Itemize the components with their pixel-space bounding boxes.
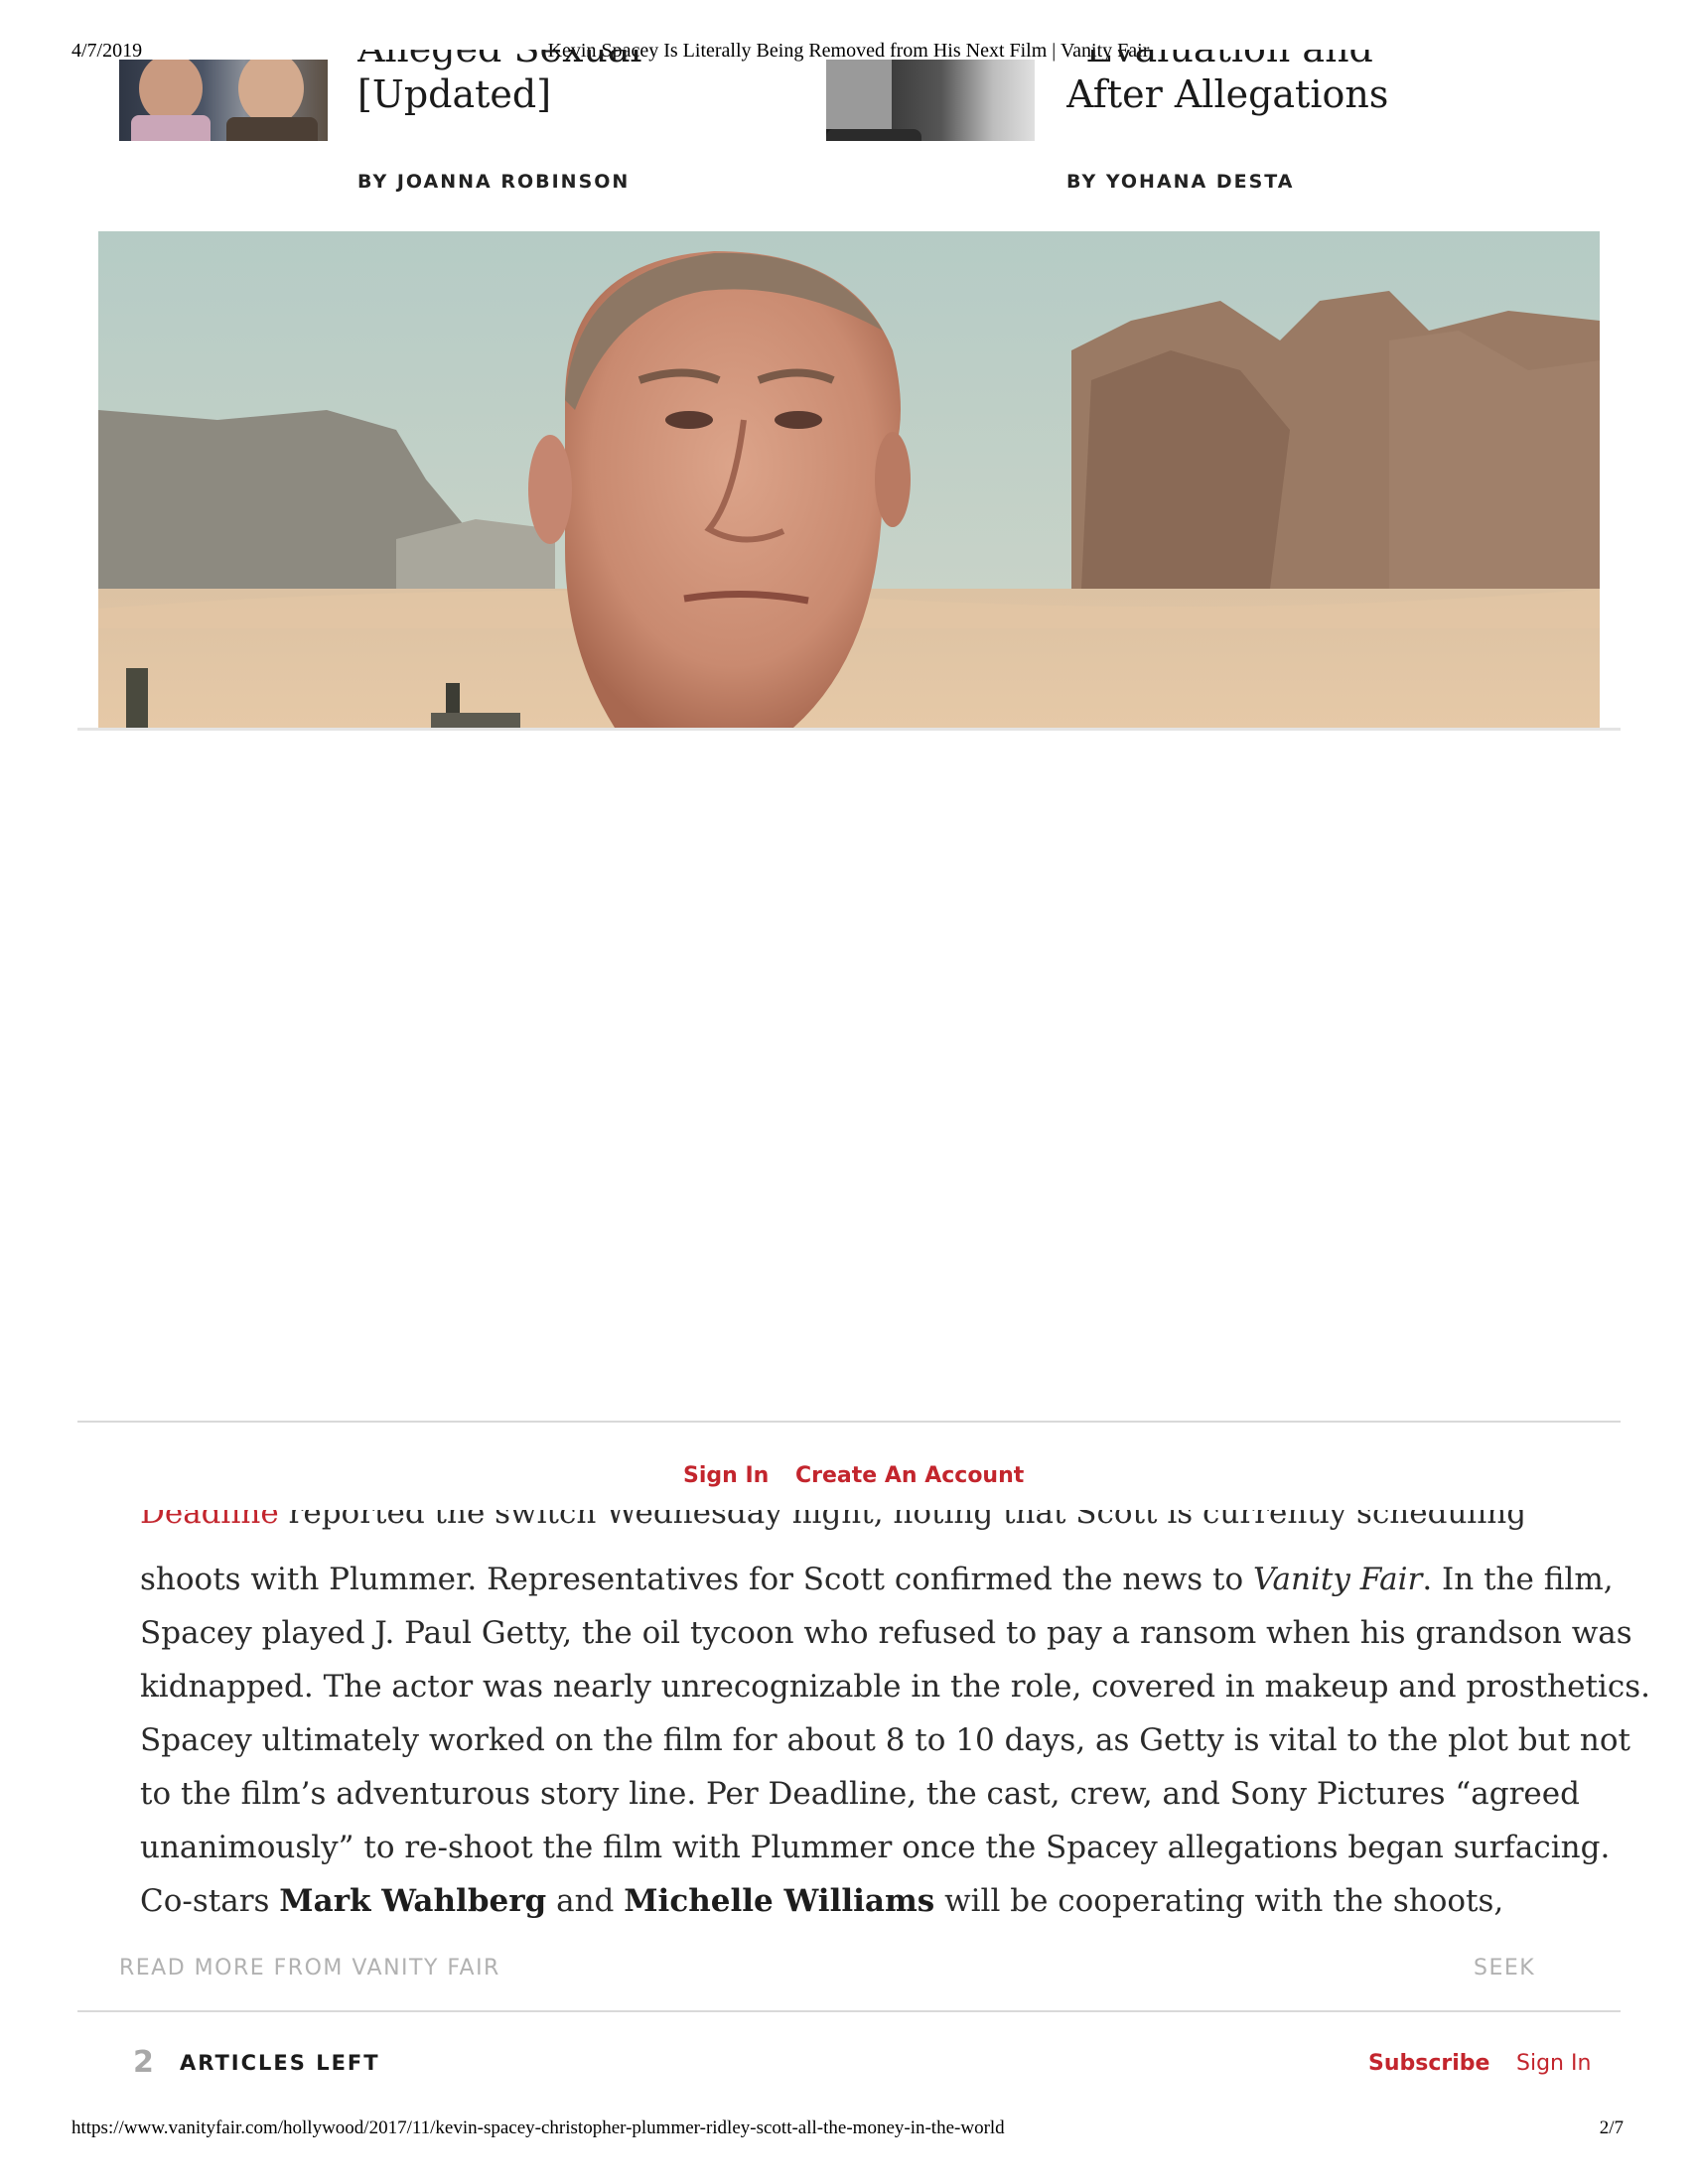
person-name: Michelle Williams	[624, 1883, 935, 1919]
related-story-byline: BY JOANNA ROBINSON	[357, 171, 631, 193]
articles-left-label: ARTICLES LEFT	[180, 2051, 380, 2075]
read-more-label: READ MORE FROM VANITY FAIR	[119, 1956, 500, 1980]
article-text: and	[546, 1883, 625, 1919]
hero-image	[98, 231, 1600, 728]
article-line: Co-stars Mark Wahlberg and Michelle Will…	[140, 1874, 1560, 1928]
related-story-title-cut: Alleged Sexual Misconduct	[357, 50, 824, 71]
related-story-title-cut: “Evaluation and Treatment”	[1066, 50, 1583, 71]
related-story-byline: BY YOHANA DESTA	[1066, 171, 1295, 193]
article-text: will be cooperating with the shoots,	[934, 1883, 1504, 1919]
divider	[77, 1421, 1621, 1423]
article-text: . In the film,	[1422, 1562, 1614, 1597]
article-line: Spacey played J. Paul Getty, the oil tyc…	[140, 1615, 1632, 1651]
hero-bottom-border	[77, 728, 1621, 731]
divider	[77, 2010, 1621, 2012]
article-line: Spacey ultimately worked on the film for…	[140, 1722, 1631, 1758]
subscribe-link[interactable]: Subscribe	[1368, 2051, 1489, 2076]
related-story-thumbnail[interactable]	[826, 60, 1035, 141]
person-name: Mark Wahlberg	[279, 1883, 547, 1919]
article-text-partial-line: Deadline reported the switch Wednesday n…	[140, 1510, 1560, 1540]
related-story-title[interactable]: Alleged Sexual Misconduct [Updated]	[357, 50, 824, 149]
related-story-title-line: [Updated]	[357, 72, 552, 116]
seek-label: SEEK	[1474, 1956, 1536, 1980]
meter-sign-in-link[interactable]: Sign In	[1516, 2051, 1591, 2076]
deadline-link[interactable]: Deadline	[140, 1510, 279, 1531]
article-text: Co-stars	[140, 1883, 280, 1919]
print-url: https://www.vanityfair.com/hollywood/201…	[71, 2117, 1005, 2138]
article-line: kidnapped. The actor was nearly unrecogn…	[140, 1669, 1650, 1705]
create-account-link[interactable]: Create An Account	[795, 1463, 1024, 1488]
article-line: shoots with Plummer. Representatives for…	[140, 1553, 1614, 1606]
article-text: shoots with Plummer. Representatives for…	[140, 1562, 1253, 1597]
articles-left-count: 2	[133, 2045, 154, 2080]
related-story-thumbnail[interactable]	[119, 60, 328, 141]
article-line: unanimously” to re-shoot the film with P…	[140, 1830, 1611, 1865]
hero-illustration	[98, 231, 1600, 728]
publication-name: Vanity Fair	[1252, 1562, 1423, 1597]
article-line: to the film’s adventurous story line. Pe…	[140, 1776, 1580, 1812]
article-text: reported the switch Wednesday night, not…	[288, 1510, 1527, 1531]
related-story-title[interactable]: “Evaluation and Treatment” After Allegat…	[1066, 50, 1583, 149]
article-paragraph: shoots with Plummer. Representatives for…	[140, 1553, 1650, 1928]
related-story-title-line: After Allegations	[1066, 72, 1389, 116]
print-page-number: 2/7	[1599, 2117, 1624, 2138]
sign-in-link[interactable]: Sign In	[683, 1463, 769, 1488]
